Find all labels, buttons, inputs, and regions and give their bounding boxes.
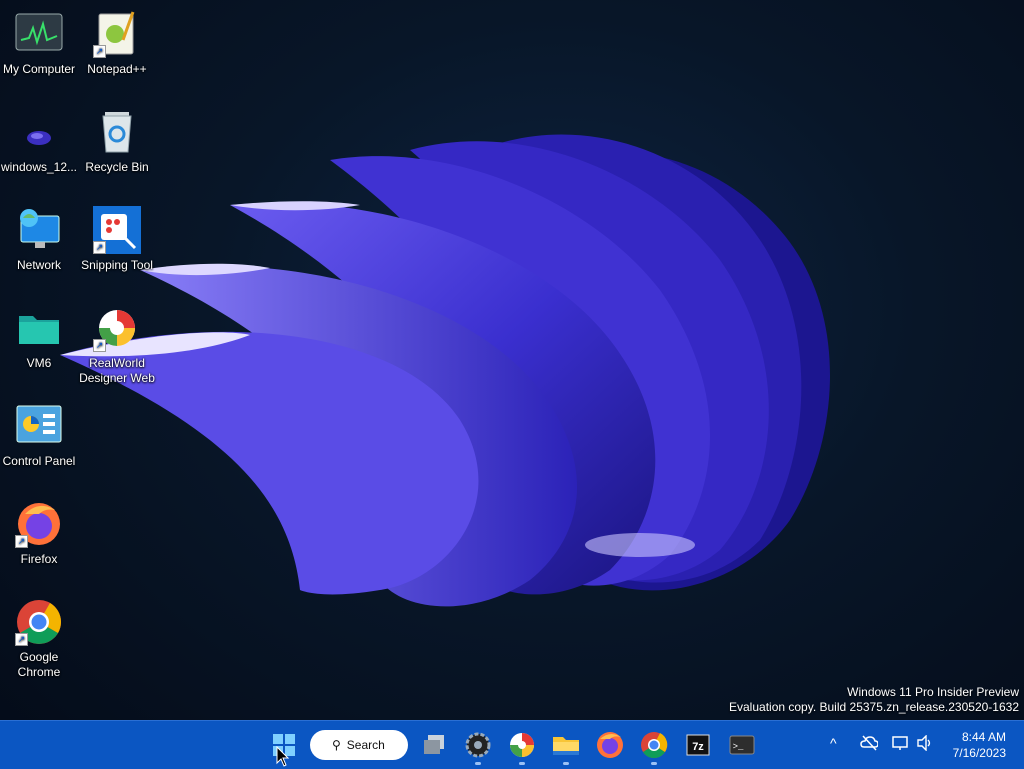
clock-date: 7/16/2023	[952, 746, 1006, 760]
running-indicator	[519, 762, 525, 765]
chevron-up-icon: ^	[830, 735, 837, 751]
bloom-petals	[60, 134, 830, 607]
chrome-icon: ↗	[15, 598, 63, 646]
shortcut-arrow-icon: ↗	[15, 535, 28, 548]
desktop-icon-network[interactable]: Network	[0, 206, 78, 273]
running-indicator	[475, 762, 481, 765]
volume-icon	[917, 734, 931, 752]
terminal-label: >_	[733, 742, 744, 752]
desktop-icon-realworld[interactable]: ↗ RealWorld Designer Web	[78, 304, 156, 386]
clock-time: 8:44 AM	[961, 730, 1006, 744]
realworld-icon: ↗	[93, 304, 141, 352]
desktop-icon-chrome[interactable]: ↗ Google Chrome	[0, 598, 78, 680]
7zip-label: 7z	[692, 741, 704, 753]
tray-network[interactable]	[892, 735, 910, 754]
tray-overflow-button[interactable]: ^	[830, 735, 837, 751]
taskbar-7zip[interactable]: 7z	[682, 729, 714, 761]
taskbar-chrome[interactable]	[638, 729, 670, 765]
desktop-icon-firefox[interactable]: ↗ Firefox	[0, 500, 78, 567]
control-panel-icon	[15, 402, 63, 450]
file-explorer-icon	[553, 737, 579, 755]
evaluation-watermark: Windows 11 Pro Insider Preview Evaluatio…	[729, 685, 1019, 715]
shortcut-arrow-icon: ↗	[93, 241, 106, 254]
mouse-cursor-icon	[276, 746, 290, 767]
shortcut-arrow-icon: ↗	[93, 339, 106, 352]
terminal-icon: >_	[729, 735, 755, 755]
network-status-icon	[892, 736, 908, 750]
tray-onedrive[interactable]	[860, 735, 879, 754]
realworld-icon	[510, 733, 534, 757]
task-manager-icon	[15, 10, 63, 58]
notepadpp-icon: ↗	[93, 10, 141, 58]
taskbar-clock[interactable]: 8:44 AM 7/16/2023	[953, 729, 1006, 761]
taskbar: ⚲ Search 7z >_ ^ 8:44 AM 7/16/2023	[0, 720, 1024, 769]
desktop-icon-snipping-tool[interactable]: ↗ Snipping Tool	[78, 206, 156, 273]
shortcut-arrow-icon: ↗	[15, 633, 28, 646]
desktop-icon-recycle-bin[interactable]: Recycle Bin	[78, 108, 156, 175]
taskbar-realworld[interactable]	[506, 729, 538, 765]
running-indicator	[651, 762, 657, 765]
snipping-tool-icon: ↗	[93, 206, 141, 254]
folder-icon	[15, 304, 63, 352]
running-indicator	[563, 762, 569, 765]
chrome-icon	[641, 732, 668, 759]
shortcut-arrow-icon: ↗	[93, 45, 106, 58]
7zip-icon: 7z	[686, 734, 710, 756]
desktop-icon-vm6[interactable]: VM6	[0, 304, 78, 371]
firefox-icon	[597, 732, 623, 758]
taskbar-firefox[interactable]	[594, 729, 626, 761]
desktop-icon-my-computer[interactable]: My Computer	[0, 10, 78, 77]
taskbar-terminal[interactable]: >_	[726, 729, 758, 761]
network-icon	[15, 206, 63, 254]
app-shortcut-icon	[15, 108, 63, 156]
desktop-icon-windows12[interactable]: windows_12...	[0, 108, 78, 175]
watermark-line1: Windows 11 Pro Insider Preview	[847, 685, 1019, 699]
taskbar-search[interactable]: ⚲ Search	[310, 730, 408, 760]
task-view-button[interactable]	[418, 729, 450, 761]
desktop-icon-control-panel[interactable]: Control Panel	[0, 402, 78, 469]
taskbar-settings[interactable]	[462, 729, 494, 765]
cloud-offline-icon	[860, 735, 879, 751]
recycle-bin-icon	[93, 108, 141, 156]
search-label: Search	[346, 738, 385, 752]
watermark-line2: Evaluation copy. Build 25375.zn_release.…	[729, 700, 1019, 714]
search-icon: ⚲	[332, 738, 341, 752]
firefox-icon: ↗	[15, 500, 63, 548]
task-view-icon	[424, 735, 444, 754]
desktop-icon-notepadpp[interactable]: ↗ Notepad++	[78, 10, 156, 77]
settings-icon	[465, 732, 491, 758]
taskbar-file-explorer[interactable]	[550, 729, 582, 765]
tray-volume[interactable]	[916, 734, 934, 754]
